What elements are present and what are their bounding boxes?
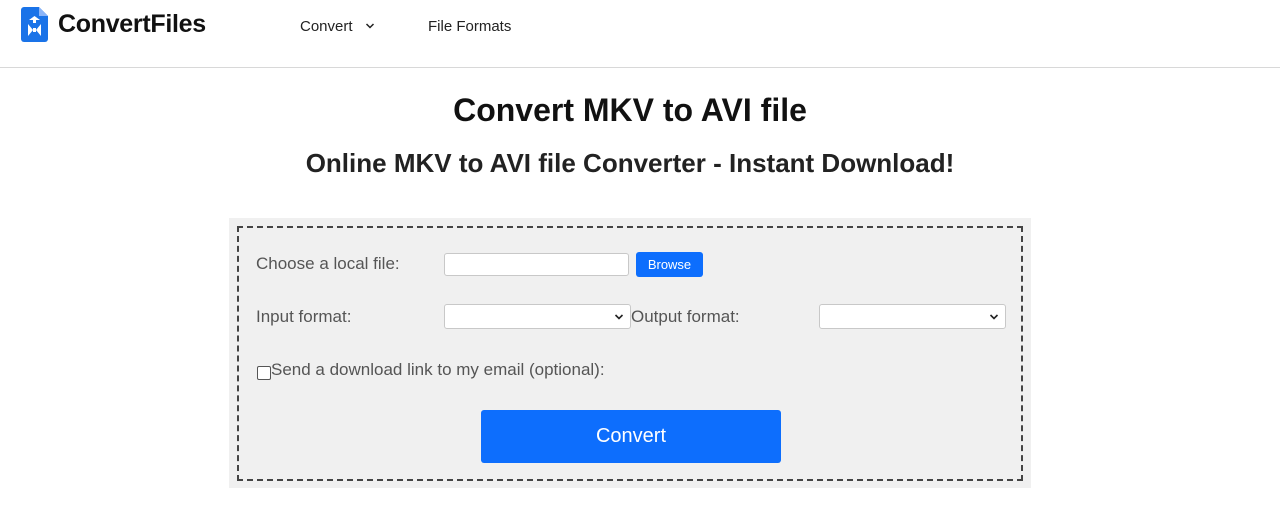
- converter-form: Choose a local file: Browse Input format…: [237, 226, 1023, 481]
- output-format-select[interactable]: [819, 304, 1006, 329]
- page-subtitle: Online MKV to AVI file Converter - Insta…: [305, 148, 955, 178]
- nav-file-formats-label: File Formats: [428, 17, 512, 35]
- output-format-label: Output format:: [631, 307, 740, 326]
- input-format-select[interactable]: [444, 304, 631, 329]
- nav-file-formats-link[interactable]: File Formats: [428, 16, 511, 36]
- converter-panel: Choose a local file: Browse Input format…: [229, 218, 1031, 488]
- file-path-input[interactable]: [444, 253, 629, 276]
- page-title: Convert MKV to AVI file: [453, 92, 807, 128]
- browse-button[interactable]: Browse: [636, 252, 703, 277]
- email-link-label: Send a download link to my email (option…: [271, 360, 605, 379]
- chevron-down-icon: [365, 23, 374, 29]
- nav-convert-dropdown[interactable]: Convert: [300, 16, 375, 36]
- choose-file-label: Choose a local file:: [256, 254, 400, 273]
- convert-button[interactable]: Convert: [481, 410, 781, 463]
- nav-convert-label: Convert: [300, 17, 353, 35]
- chevron-down-icon: [614, 314, 624, 320]
- top-navigation-bar: ConvertFiles Convert File Formats: [0, 0, 1280, 68]
- logo-link[interactable]: ConvertFiles: [21, 7, 206, 42]
- email-link-checkbox[interactable]: [257, 366, 271, 380]
- chevron-down-icon: [989, 314, 999, 320]
- logo-text: ConvertFiles: [58, 10, 206, 38]
- convertfiles-logo-icon: [21, 7, 48, 42]
- input-format-label: Input format:: [256, 307, 352, 326]
